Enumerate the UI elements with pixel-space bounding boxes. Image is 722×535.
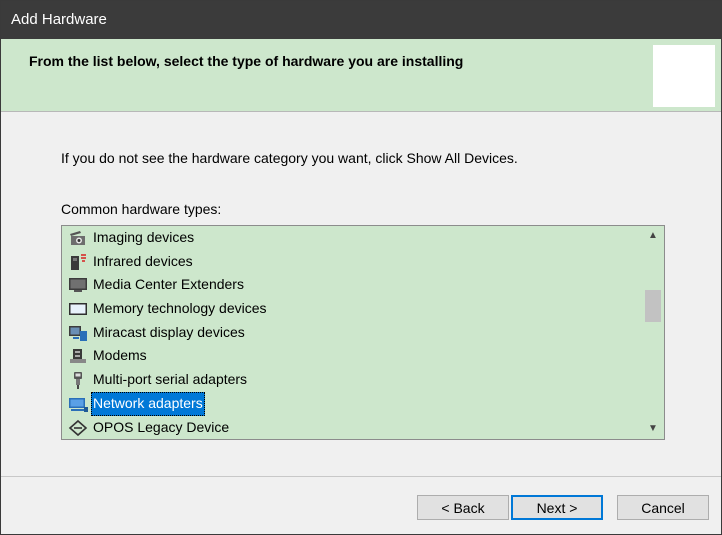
memory-card-icon: [68, 300, 88, 318]
list-item-label: Modems: [93, 347, 147, 364]
list-item[interactable]: Miracast display devices: [62, 321, 638, 345]
wizard-header: From the list below, select the type of …: [1, 39, 721, 112]
list-item-label: Memory technology devices: [93, 300, 267, 317]
scroll-up-icon[interactable]: ▲: [642, 226, 664, 246]
list-item-label: Multi-port serial adapters: [93, 371, 248, 388]
list-item-label: Imaging devices: [93, 229, 195, 245]
list-item-label: Infrared devices: [93, 252, 193, 269]
list-scrollbar[interactable]: ▲ ▼: [642, 226, 664, 439]
add-hardware-window: Add Hardware From the list below, select…: [0, 0, 722, 535]
camera-icon: [68, 229, 88, 247]
cancel-button[interactable]: Cancel: [617, 495, 709, 520]
list-item[interactable]: Imaging devices: [62, 226, 638, 250]
wizard-heading: From the list below, select the type of …: [29, 53, 464, 69]
list-item-label: OPOS Legacy Device: [93, 418, 230, 435]
scrollbar-thumb[interactable]: [645, 290, 661, 322]
list-item[interactable]: OPOS Legacy Device: [62, 416, 638, 440]
window-title: Add Hardware: [11, 11, 107, 28]
modem-icon: [68, 347, 88, 365]
opos-device-icon: [68, 419, 88, 437]
miracast-icon: [68, 324, 88, 342]
list-item[interactable]: Multi-port serial adapters: [62, 368, 638, 392]
list-item[interactable]: Media Center Extenders: [62, 273, 638, 297]
list-item[interactable]: Infrared devices: [62, 250, 638, 274]
list-item[interactable]: Modems: [62, 344, 638, 368]
scroll-down-icon[interactable]: ▼: [642, 419, 664, 439]
back-button[interactable]: < Back: [417, 495, 509, 520]
hint-text: If you do not see the hardware category …: [61, 150, 518, 166]
list-item[interactable]: Memory technology devices: [62, 297, 638, 321]
list-item[interactable]: Network adapters: [62, 391, 638, 416]
wizard-body: If you do not see the hardware category …: [1, 112, 721, 476]
list-label: Common hardware types:: [61, 201, 222, 217]
hardware-type-list[interactable]: Imaging devices Infrared devices Media C…: [61, 225, 665, 440]
monitor-icon: [68, 276, 88, 294]
list-item-label: Network adapters: [91, 391, 205, 416]
serial-port-icon: [68, 371, 88, 390]
infrared-icon: [68, 253, 88, 271]
list-item-label: Media Center Extenders: [93, 276, 244, 293]
list-item-label: Miracast display devices: [93, 323, 245, 340]
header-image: [653, 45, 715, 107]
next-button[interactable]: Next >: [511, 495, 603, 520]
title-bar[interactable]: Add Hardware: [1, 1, 721, 39]
network-adapter-icon: [68, 395, 88, 413]
wizard-footer: < Back Next > Cancel: [1, 477, 721, 534]
